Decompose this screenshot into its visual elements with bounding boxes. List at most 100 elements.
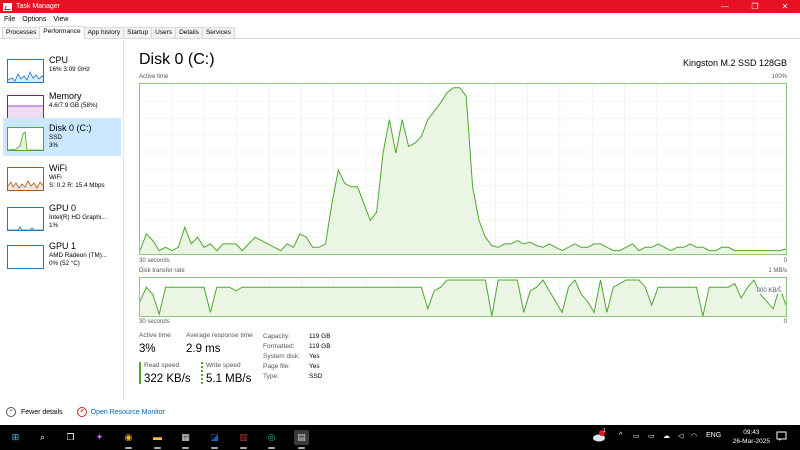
active-time-graph-svg	[139, 84, 787, 254]
active-time-max-label: 100%	[771, 74, 787, 80]
gpu0-thumbnail-graph	[7, 207, 44, 231]
tab-performance[interactable]: Performance	[39, 26, 85, 39]
sidebar-memory-name: Memory	[49, 91, 82, 101]
task-manager-icon[interactable]: ▤	[294, 430, 309, 449]
read-speed-label: Read speed	[144, 362, 180, 369]
copilot-icon[interactable]: ✦	[92, 430, 107, 445]
file-explorer-icon[interactable]: ▬	[150, 430, 165, 449]
resource-monitor-icon	[76, 407, 87, 417]
sidebar-disk-usage: 3%	[49, 142, 59, 149]
disk-thumbnail-graph	[7, 127, 44, 151]
device-model: Kingston M.2 SSD 128GB	[682, 58, 787, 68]
tab-strip: Processes Performance App history Startu…	[0, 26, 800, 39]
window-title: Task Manager	[16, 3, 60, 10]
cloud-icon[interactable]: ☁	[663, 432, 670, 440]
write-speed-label: Write speed	[206, 362, 241, 369]
write-speed-indicator	[201, 362, 203, 384]
page-title: Disk 0 (C:)	[139, 51, 215, 68]
active-time-stat-label: Active time	[139, 332, 171, 339]
taskbar-clock[interactable]: 09:43 26-Mar-2025	[733, 428, 770, 446]
transfer-rate-mid-label: 800 KB/s	[755, 288, 782, 294]
transfer-rate-graph: 800 KB/s	[139, 277, 787, 317]
sidebar-item-wifi[interactable]: WiFi WiFi S: 0.2 R: 15.4 Mbps	[3, 158, 121, 196]
wifi-icon[interactable]: ◠	[691, 432, 697, 440]
active-time-label: Active time	[139, 74, 169, 80]
sidebar-item-disk-0[interactable]: Disk 0 (C:) SSD 3%	[3, 118, 121, 156]
winrar-icon[interactable]: ▥	[236, 430, 251, 449]
title-bar: Task Manager — ❐ ✕	[0, 0, 800, 13]
tab-processes[interactable]: Processes	[2, 27, 41, 38]
windows-start-icon[interactable]: ⊞	[8, 430, 23, 445]
active-time-zero-label: 0	[783, 258, 787, 264]
tab-users[interactable]: Users	[151, 27, 177, 38]
task-manager-icon	[3, 2, 12, 11]
active-time-duration-label: 30 seconds	[139, 258, 170, 264]
sidebar-cpu-name: CPU	[49, 55, 69, 65]
transfer-rate-label: Disk transfer rate	[139, 268, 185, 274]
tab-details[interactable]: Details	[175, 27, 203, 38]
performance-sidebar: CPU 16% 3.09 GHz Memory 4.6/7.9 GB (58%)…	[0, 40, 124, 400]
outlook-icon[interactable]: ◪	[207, 430, 222, 449]
detail-system-disk: System disk: Yes	[263, 353, 320, 360]
sidebar-gpu1-usage: 0% (52 °C)	[49, 260, 80, 267]
sidebar-gpu1-model: AMD Radeon (TM)...	[49, 252, 108, 259]
memory-thumbnail-graph	[7, 95, 44, 119]
avg-response-label: Average response time	[186, 332, 253, 339]
open-resource-monitor-label: Open Resource Monitor	[90, 408, 165, 416]
read-speed-value: 322 KB/s	[144, 373, 191, 385]
menu-view[interactable]: View	[53, 16, 68, 23]
app-circle-icon[interactable]: ◎	[264, 430, 279, 449]
sidebar-item-cpu[interactable]: CPU 16% 3.09 GHz	[3, 50, 121, 88]
footer-bar: ⌃ Fewer details Open Resource Monitor	[0, 402, 800, 422]
notification-icon[interactable]	[776, 431, 787, 444]
sidebar-memory-usage: 4.6/7.9 GB (58%)	[49, 102, 98, 109]
detail-type: Type: SSD	[263, 373, 323, 380]
menu-bar: File Options View	[0, 13, 800, 25]
fewer-details-button[interactable]: ⌃ Fewer details	[6, 407, 63, 417]
wifi-thumbnail-graph	[7, 167, 44, 191]
sidebar-gpu0-model: Intel(R) HD Graphi...	[49, 214, 107, 221]
maximize-button[interactable]: ❐	[740, 0, 770, 13]
taskbar: ⊞ ⌕ ❐ ✦ ◉ ▬ ▦ ◪ ▥ ◎ ▤ 1 ^ ▭ ▭ ☁ ◁ ◠ ENG 09:43 26-M…	[0, 425, 800, 450]
transfer-rate-graph-svg	[139, 278, 787, 317]
fewer-details-label: Fewer details	[21, 408, 63, 416]
volume-icon[interactable]: ◁	[678, 432, 683, 440]
menu-file[interactable]: File	[4, 16, 15, 23]
sidebar-wifi-adapter: WiFi	[49, 174, 62, 181]
transfer-rate-max-label: 1 MB/s	[768, 268, 787, 274]
sidebar-wifi-name: WiFi	[49, 163, 67, 173]
sidebar-cpu-usage: 16% 3.09 GHz	[49, 66, 90, 73]
open-resource-monitor-link[interactable]: Open Resource Monitor	[76, 407, 165, 417]
language-indicator[interactable]: ENG	[706, 432, 721, 439]
network-icon[interactable]: ▭	[633, 432, 640, 440]
menu-options[interactable]: Options	[22, 16, 46, 23]
transfer-duration-label: 30 seconds	[139, 319, 170, 325]
close-button[interactable]: ✕	[770, 0, 800, 13]
sidebar-gpu0-usage: 1%	[49, 222, 59, 229]
search-icon[interactable]: ⌕	[35, 430, 50, 445]
calculator-icon[interactable]: ▦	[178, 430, 193, 449]
task-view-icon[interactable]: ❐	[63, 430, 78, 445]
sidebar-disk-name: Disk 0 (C:)	[49, 123, 92, 133]
sidebar-wifi-throughput: S: 0.2 R: 15.4 Mbps	[49, 182, 105, 189]
tab-startup[interactable]: Startup	[123, 27, 153, 38]
battery-icon[interactable]: ▭	[648, 432, 655, 440]
detail-formatted: Formatted: 119 GB	[263, 343, 331, 350]
avg-response-value: 2.9 ms	[186, 343, 221, 355]
show-hidden-icons[interactable]: ^	[619, 432, 622, 439]
detail-page-file: Page file: Yes	[263, 363, 320, 370]
chevron-up-icon: ⌃	[6, 407, 16, 417]
minimize-button[interactable]: —	[710, 0, 740, 13]
clock-time: 09:43	[743, 429, 760, 436]
detail-capacity: Capacity: 119 GB	[263, 333, 331, 340]
sidebar-item-gpu-1[interactable]: GPU 1 AMD Radeon (TM)... 0% (52 °C)	[3, 236, 121, 274]
disk-details-panel: Disk 0 (C:) Kingston M.2 SSD 128GB Activ…	[131, 40, 795, 400]
gpu1-thumbnail-graph	[7, 245, 44, 269]
active-time-stat-value: 3%	[139, 343, 156, 355]
tab-app-history[interactable]: App history	[83, 27, 125, 38]
transfer-zero-label: 0	[783, 319, 787, 325]
cpu-thumbnail-graph	[7, 59, 44, 83]
sidebar-item-gpu-0[interactable]: GPU 0 Intel(R) HD Graphi... 1%	[3, 198, 121, 236]
tab-services[interactable]: Services	[201, 27, 235, 38]
chrome-icon[interactable]: ◉	[121, 430, 136, 449]
